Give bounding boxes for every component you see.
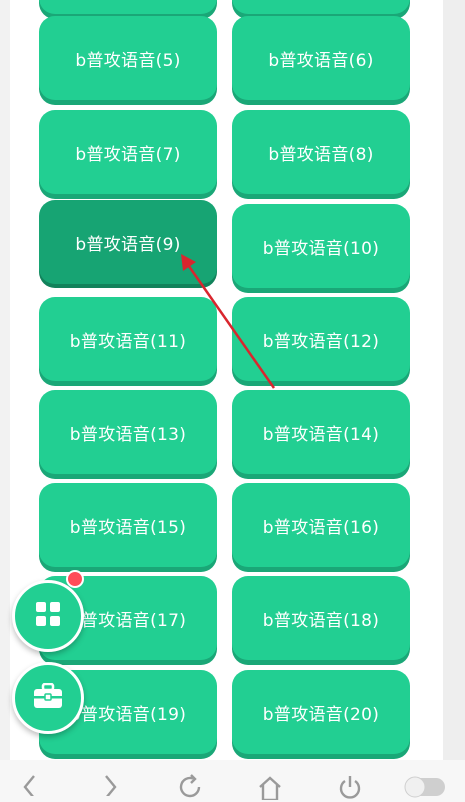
voice-button-label: b普攻语音(15) bbox=[69, 517, 187, 538]
voice-button-9[interactable]: b普攻语音(9) bbox=[39, 200, 217, 284]
voice-button-18[interactable]: b普攻语音(18) bbox=[232, 576, 410, 660]
voice-button-7[interactable]: b普攻语音(7) bbox=[39, 110, 217, 194]
voice-button-label: b普攻语音(8) bbox=[268, 144, 374, 165]
back-icon bbox=[23, 775, 35, 796]
voice-button-label: b普攻语音(9) bbox=[75, 234, 181, 255]
voice-button-3[interactable] bbox=[39, 0, 217, 14]
voice-button-15[interactable]: b普攻语音(15) bbox=[39, 483, 217, 567]
voice-button-label: b普攻语音(6) bbox=[268, 50, 374, 71]
voice-button-20[interactable]: b普攻语音(20) bbox=[232, 670, 410, 754]
voice-button-label: b普攻语音(12) bbox=[262, 331, 380, 352]
voice-button-4[interactable] bbox=[232, 0, 410, 14]
voice-button-6[interactable]: b普攻语音(6) bbox=[232, 16, 410, 100]
voice-button-8[interactable]: b普攻语音(8) bbox=[232, 110, 410, 194]
voice-button-label: b普攻语音(17) bbox=[69, 610, 187, 631]
voice-button-label: b普攻语音(13) bbox=[69, 424, 187, 445]
voice-button-label: b普攻语音(7) bbox=[75, 144, 181, 165]
toggle-icon bbox=[404, 776, 445, 798]
voice-button-label: b普攻语音(10) bbox=[262, 238, 380, 259]
voice-button-label: b普攻语音(16) bbox=[262, 517, 380, 538]
grid-icon bbox=[35, 601, 61, 631]
voice-button-12[interactable]: b普攻语音(12) bbox=[232, 297, 410, 381]
tools-fab[interactable] bbox=[12, 662, 84, 734]
voice-button-label: b普攻语音(18) bbox=[262, 610, 380, 631]
forward-button[interactable] bbox=[90, 774, 130, 802]
voice-button-16[interactable]: b普攻语音(16) bbox=[232, 483, 410, 567]
voice-button-label: b普攻语音(19) bbox=[69, 704, 187, 725]
toggle-switch[interactable] bbox=[402, 774, 448, 802]
voice-button-14[interactable]: b普攻语音(14) bbox=[232, 390, 410, 474]
voice-button-5[interactable]: b普攻语音(5) bbox=[39, 16, 217, 100]
voice-list-panel: b普攻语音(5) b普攻语音(6) b普攻语音(7) b普攻语音(8) b普攻语… bbox=[10, 0, 443, 760]
power-button[interactable] bbox=[330, 774, 370, 802]
home-button[interactable] bbox=[250, 774, 290, 802]
voice-button-10[interactable]: b普攻语音(10) bbox=[232, 204, 410, 288]
back-button[interactable] bbox=[10, 774, 50, 802]
home-icon bbox=[259, 776, 281, 800]
voice-button-label: b普攻语音(14) bbox=[262, 424, 380, 445]
forward-icon bbox=[105, 775, 117, 796]
notification-badge bbox=[66, 570, 84, 588]
voice-button-11[interactable]: b普攻语音(11) bbox=[39, 297, 217, 381]
voice-button-13[interactable]: b普攻语音(13) bbox=[39, 390, 217, 474]
right-gutter bbox=[443, 0, 465, 760]
voice-button-label: b普攻语音(20) bbox=[262, 704, 380, 725]
voice-button-label: b普攻语音(5) bbox=[75, 50, 181, 71]
menu-fab[interactable] bbox=[12, 580, 84, 652]
refresh-button[interactable] bbox=[170, 774, 210, 802]
power-icon bbox=[339, 776, 361, 799]
toolbox-icon bbox=[33, 682, 63, 713]
refresh-icon bbox=[179, 774, 201, 798]
voice-button-label: b普攻语音(11) bbox=[69, 331, 187, 352]
browser-nav-bar bbox=[0, 760, 465, 802]
